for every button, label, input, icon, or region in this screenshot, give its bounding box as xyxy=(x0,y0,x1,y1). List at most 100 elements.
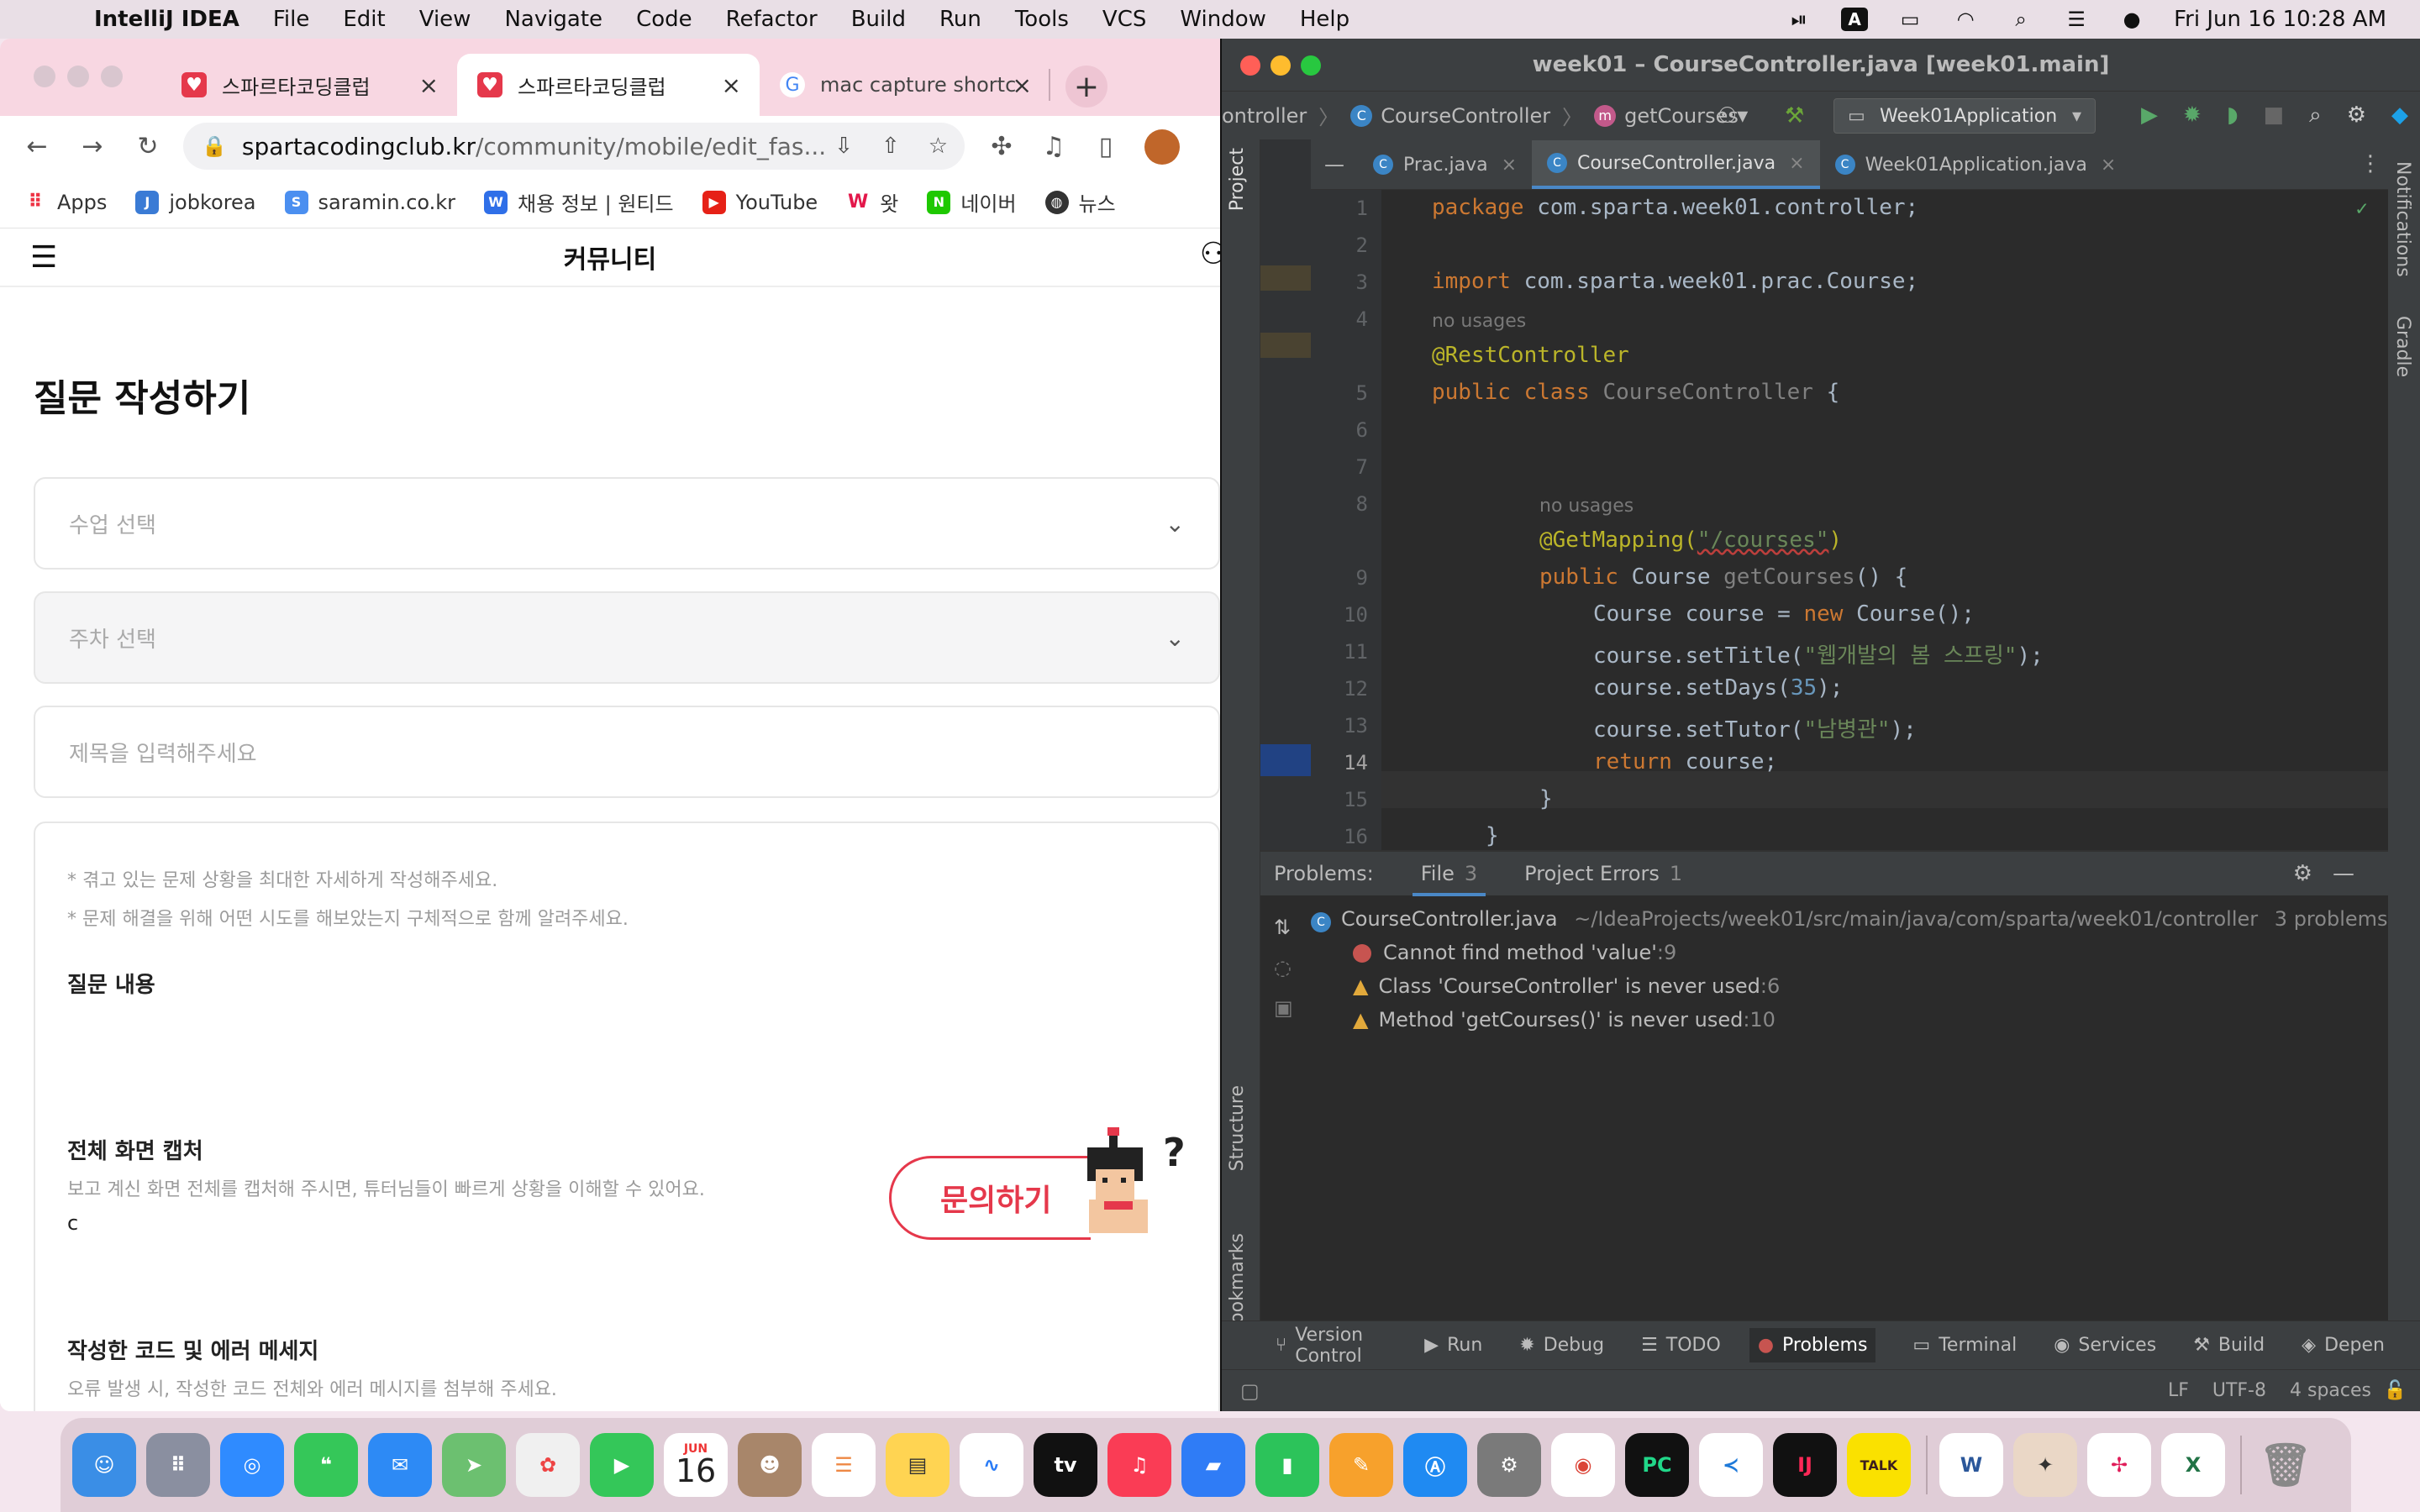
notes-icon[interactable]: ▤ xyxy=(886,1433,950,1497)
profile-avatar[interactable] xyxy=(1144,129,1180,165)
vscode-icon[interactable]: ≺ xyxy=(1699,1433,1763,1497)
forward-arrow-icon[interactable]: → xyxy=(76,132,109,161)
editor-tab-coursecontroller[interactable]: C CourseController.java × xyxy=(1532,140,1820,189)
capture-text-value[interactable]: c xyxy=(67,1211,78,1235)
close-window-button[interactable] xyxy=(1240,55,1260,76)
build-hammer-icon[interactable]: ⚒ xyxy=(1785,103,1804,129)
bookmark-what[interactable]: W왓 xyxy=(846,187,898,217)
excel-icon[interactable]: X xyxy=(2161,1433,2225,1497)
panel-toggle-icon[interactable]: ▢ xyxy=(1240,1379,1260,1403)
install-app-icon[interactable]: ⇩ xyxy=(834,134,853,159)
bookmark-news[interactable]: ◍ 뉴스 xyxy=(1044,187,1116,217)
encoding-status[interactable]: UTF-8 xyxy=(2212,1380,2266,1401)
toolwindow-run[interactable]: ▶ Run xyxy=(1424,1335,1482,1356)
battery-icon[interactable]: ▭ xyxy=(1897,8,1923,31)
run-icon[interactable]: ▶ xyxy=(2141,102,2158,129)
browser-tab-3[interactable]: G mac capture shortc × xyxy=(760,54,1050,116)
collapse-icon[interactable]: — xyxy=(1311,140,1358,189)
appstore-icon[interactable]: Ⓐ xyxy=(1403,1433,1467,1497)
zoom-window-button[interactable] xyxy=(1301,55,1321,76)
lock-icon[interactable]: 🔓 xyxy=(2384,1380,2407,1401)
project-tool-button[interactable]: Project xyxy=(1227,148,1248,211)
reminders-icon[interactable]: ☰ xyxy=(812,1433,876,1497)
structure-tool-button[interactable]: Structure xyxy=(1227,1085,1248,1171)
trash-icon[interactable]: 🗑 xyxy=(2254,1433,2317,1497)
hide-panel-icon[interactable]: — xyxy=(2333,861,2354,886)
appletv-icon[interactable]: tv xyxy=(1034,1433,1097,1497)
photos-icon[interactable]: ✿ xyxy=(516,1433,580,1497)
chrome-icon[interactable]: ◉ xyxy=(1551,1433,1615,1497)
control-center-icon[interactable]: ☰ xyxy=(2063,8,2090,31)
breadcrumb-class[interactable]: C CourseController xyxy=(1350,104,1550,128)
title-input[interactable]: 제목을 입력해주세요 xyxy=(34,706,1220,798)
close-tab-icon[interactable]: × xyxy=(722,71,741,99)
menu-clock[interactable]: Fri Jun 16 10:28 AM xyxy=(2174,7,2386,32)
ask-button[interactable]: 문의하기 xyxy=(889,1156,1091,1240)
close-window-button[interactable] xyxy=(34,66,55,87)
toolwindow-version-control[interactable]: ⑂ Version Control xyxy=(1276,1325,1387,1367)
siri-icon[interactable]: ● xyxy=(2118,8,2145,31)
breadcrumb-package[interactable]: ontroller xyxy=(1222,104,1307,128)
expand-all-icon[interactable]: ⇅ xyxy=(1274,916,1291,939)
week-select[interactable]: 주차 선택 ⌄ xyxy=(34,591,1220,684)
menu-app-name[interactable]: IntelliJ IDEA xyxy=(94,7,239,32)
minimize-window-button[interactable] xyxy=(1270,55,1291,76)
kakaotalk-icon[interactable]: TALK xyxy=(1847,1433,1911,1497)
zoom-window-button[interactable] xyxy=(101,66,123,87)
toolwindow-problems[interactable]: ● Problems xyxy=(1749,1328,1876,1362)
browser-tab-2[interactable]: ♥ 스파르타코딩클럽 × xyxy=(457,54,760,116)
launchpad-icon[interactable]: ⠿ xyxy=(146,1433,210,1497)
close-tab-icon[interactable]: × xyxy=(419,71,439,99)
calendar-icon[interactable]: JUN 16 xyxy=(664,1433,728,1497)
bookmark-jobkorea[interactable]: Jjobkorea xyxy=(135,190,256,214)
play-circle-icon[interactable]: ⏯ xyxy=(1786,8,1812,31)
freeform-icon[interactable]: ∿ xyxy=(960,1433,1023,1497)
pages-icon[interactable]: ✎ xyxy=(1329,1433,1393,1497)
browser-tab-1[interactable]: ♥ 스파르타코딩클럽 × xyxy=(161,54,457,116)
menu-build[interactable]: Build xyxy=(851,7,906,32)
code-editor[interactable]: 1 2 3 4 5 6 7 8 9 10 11 12 13 14 15 16 1… xyxy=(1311,190,2388,885)
menu-tools[interactable]: Tools xyxy=(1015,7,1069,32)
settings-gear-icon[interactable]: ⚙ xyxy=(2293,861,2312,886)
close-tab-icon[interactable]: × xyxy=(2101,155,2116,176)
menu-run[interactable]: Run xyxy=(939,7,981,32)
stop-icon[interactable]: ■ xyxy=(2264,102,2285,129)
safari-icon[interactable]: ◎ xyxy=(220,1433,284,1497)
word-icon[interactable]: W xyxy=(1939,1433,2003,1497)
jetbrains-icon[interactable]: ◆ xyxy=(2391,102,2408,129)
inspection-ok-icon[interactable]: ✓ xyxy=(2356,197,2368,220)
menu-help[interactable]: Help xyxy=(1300,7,1349,32)
problem-item-warning[interactable]: ▲ Method 'getCourses()' is never used:10 xyxy=(1353,1008,1776,1032)
minimize-window-button[interactable] xyxy=(67,66,89,87)
wifi-icon[interactable]: ◠ xyxy=(1952,8,1979,31)
bookmark-apps[interactable]: ⠿ Apps xyxy=(24,190,107,214)
reload-icon[interactable]: ↻ xyxy=(131,132,165,161)
menu-vcs[interactable]: VCS xyxy=(1102,7,1146,32)
editor-tab-prac[interactable]: C Prac.java × xyxy=(1358,140,1532,189)
problem-item-warning[interactable]: ▲ Class 'CourseController' is never used:… xyxy=(1353,974,1780,998)
pycharm-icon[interactable]: PC xyxy=(1625,1433,1689,1497)
bookmark-wanted[interactable]: W 채용 정보 | 원티드 xyxy=(484,187,674,217)
close-tab-icon[interactable]: × xyxy=(1502,155,1517,176)
menu-file[interactable]: File xyxy=(273,7,310,32)
bookmark-youtube[interactable]: ▶ YouTube xyxy=(702,190,818,214)
class-select[interactable]: 수업 선택 ⌄ xyxy=(34,477,1220,570)
menu-code[interactable]: Code xyxy=(636,7,692,32)
settings-icon[interactable]: ⚙ xyxy=(1477,1433,1541,1497)
intellij-icon[interactable]: IJ xyxy=(1773,1433,1837,1497)
finder-icon[interactable]: ☺ xyxy=(72,1433,136,1497)
share-icon[interactable]: ⇧ xyxy=(881,134,900,159)
vcs-user-icon[interactable]: ⚇▾ xyxy=(1718,103,1748,129)
maps-icon[interactable]: ➤ xyxy=(442,1433,506,1497)
menu-edit[interactable]: Edit xyxy=(343,7,385,32)
more-options-icon[interactable]: ⋮ xyxy=(2360,151,2381,176)
media-control-icon[interactable]: ♫ xyxy=(1037,132,1071,161)
mail-icon[interactable]: ✉ xyxy=(368,1433,432,1497)
numbers-icon[interactable]: ▮ xyxy=(1255,1433,1319,1497)
menu-view[interactable]: View xyxy=(419,7,471,32)
lock-icon[interactable]: 🔒 xyxy=(202,134,227,158)
search-everywhere-icon[interactable]: ⌕ xyxy=(2309,102,2322,129)
toolwindow-debug[interactable]: ✹ Debug xyxy=(1519,1335,1604,1356)
problems-tab-project-errors[interactable]: Project Errors 1 xyxy=(1524,862,1682,885)
address-bar[interactable]: 🔒 spartacodingclub.kr/community/mobile/e… xyxy=(183,123,965,170)
